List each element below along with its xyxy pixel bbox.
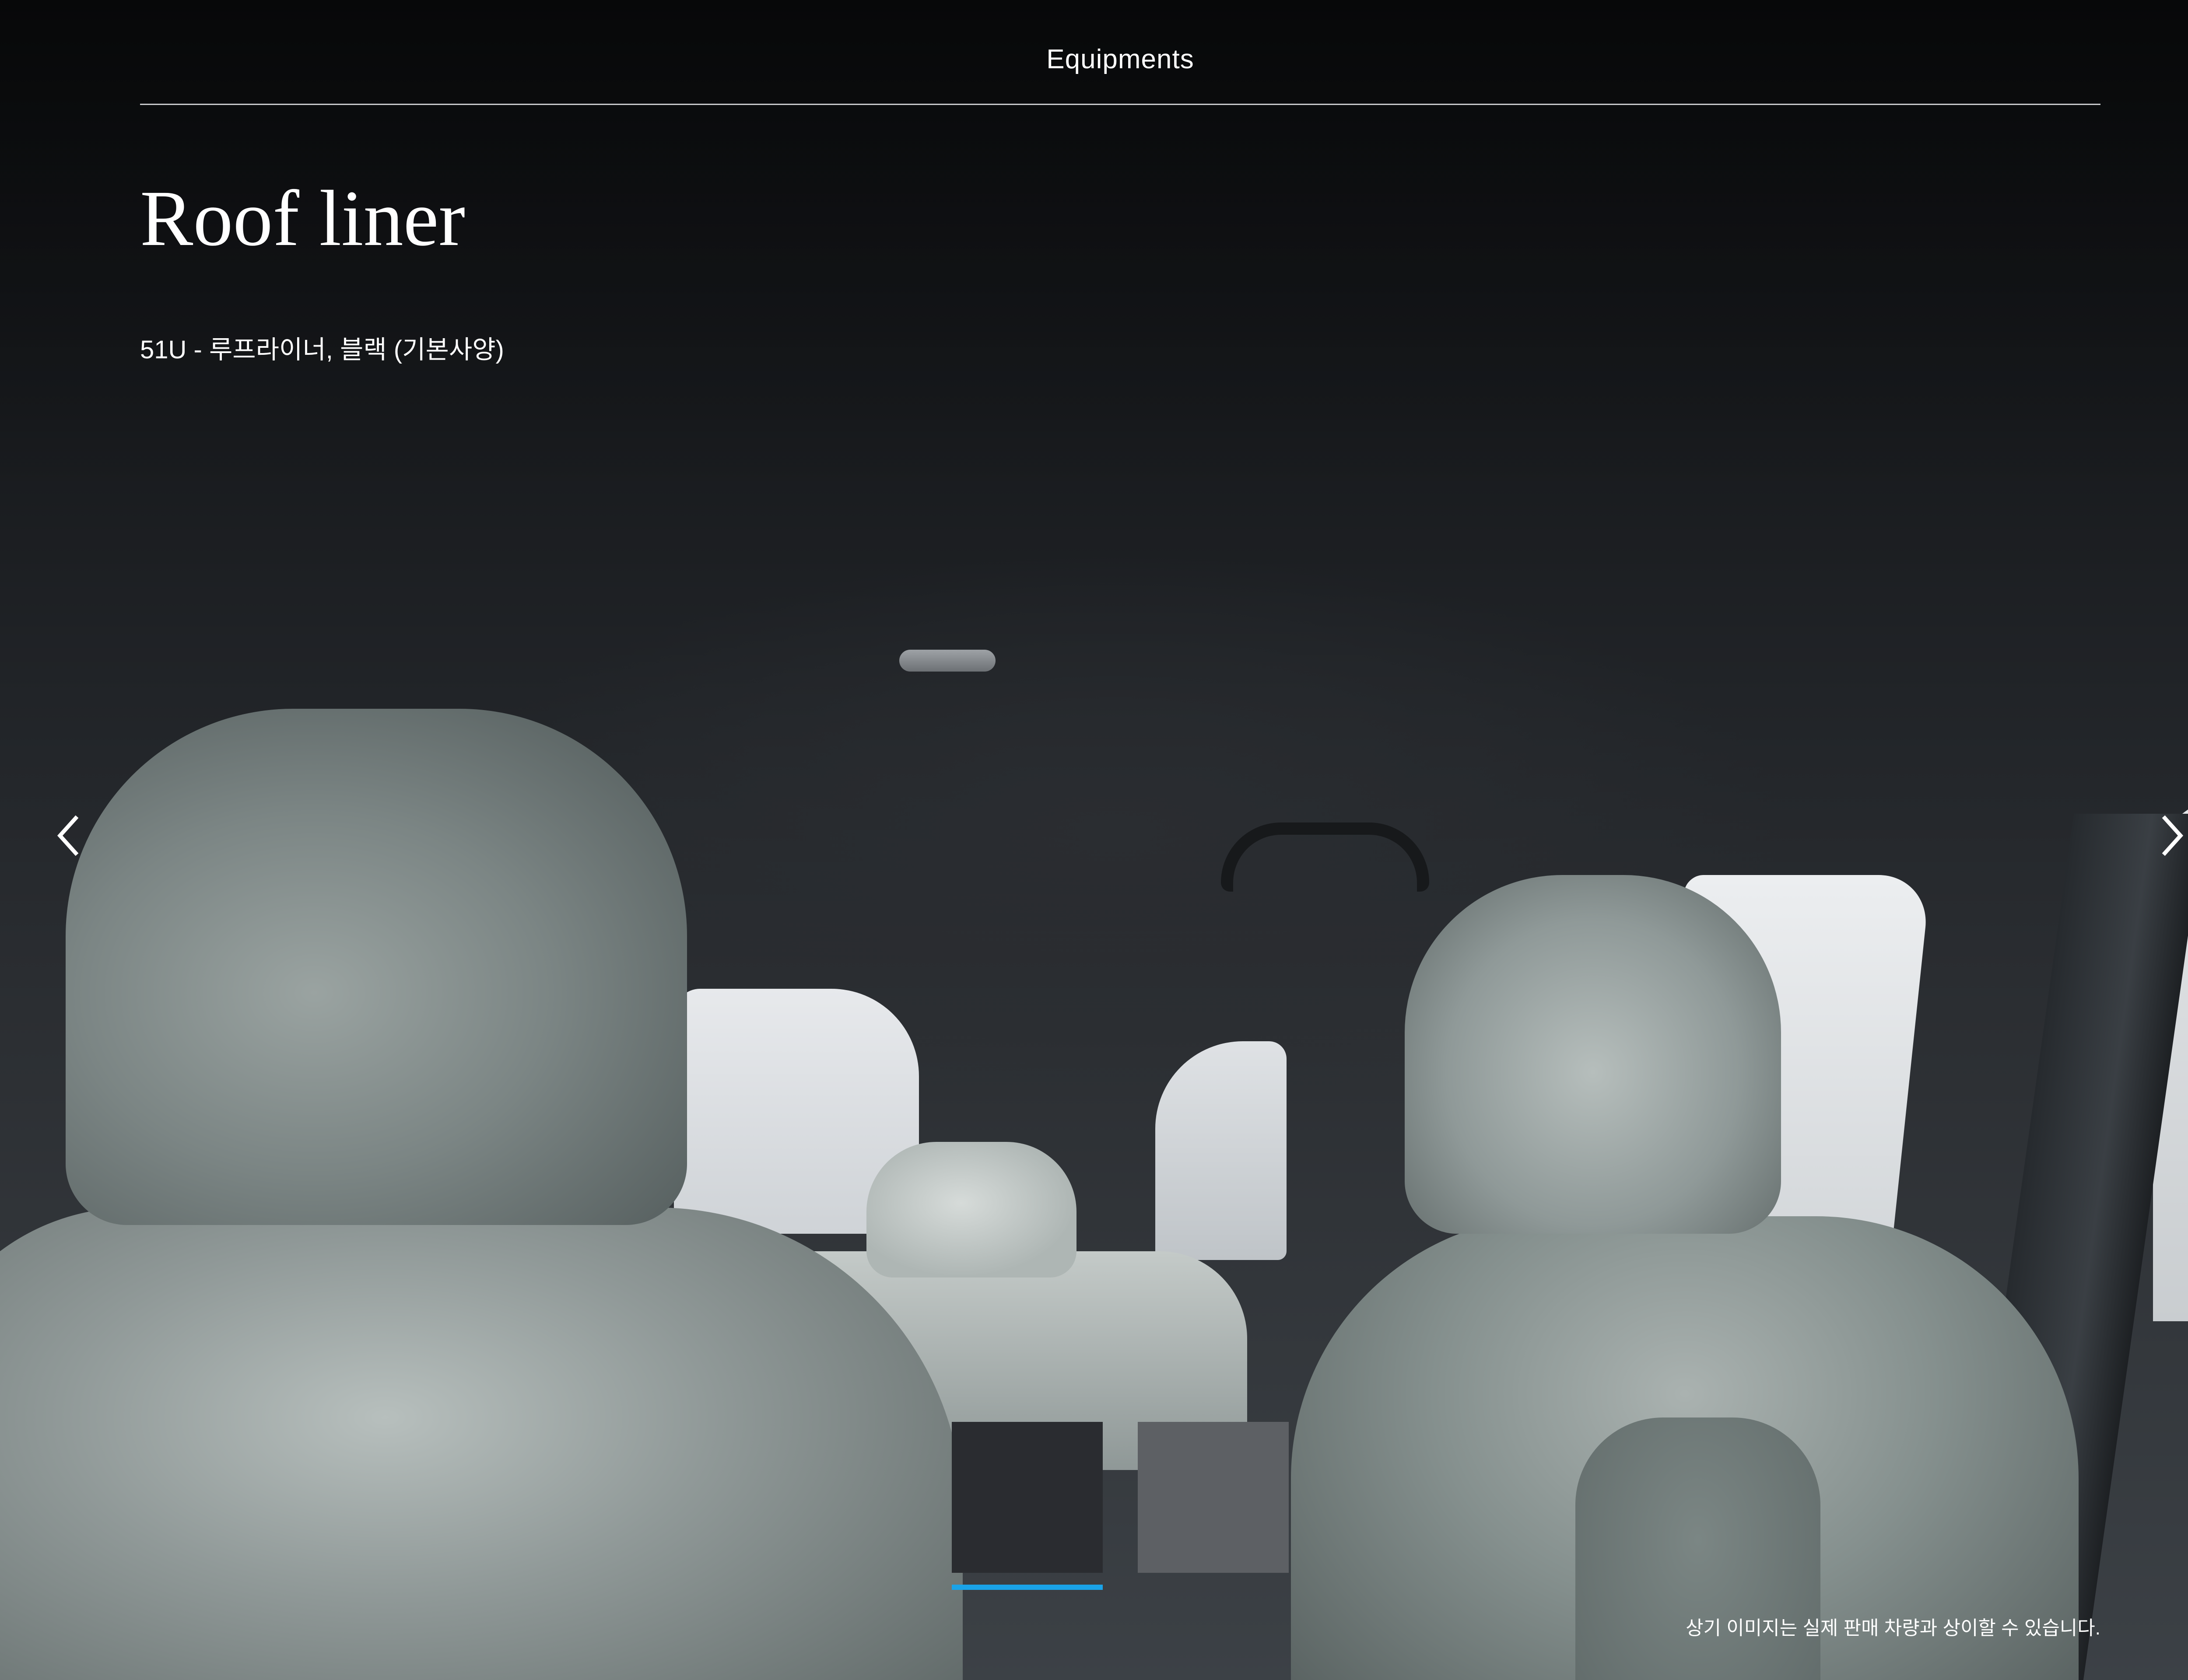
header-divider (140, 104, 2100, 105)
page-title: Roof liner (140, 175, 466, 262)
swatch-black[interactable] (952, 1422, 1103, 1590)
swatch-fill (952, 1422, 1103, 1573)
configurator-stage: Equipments Roof liner 51U - 루프라이너, 블랙 (기… (0, 0, 2188, 1680)
color-swatches (952, 1422, 1289, 1590)
swatch-fill (1138, 1422, 1289, 1573)
header: Equipments (140, 39, 2100, 105)
chevron-right-icon (2162, 815, 2184, 856)
header-title: Equipments (1046, 44, 1194, 74)
chevron-left-icon (57, 815, 79, 856)
selected-indicator (952, 1585, 1103, 1590)
swatch-grey[interactable] (1138, 1422, 1289, 1573)
selected-indicator (1138, 1585, 1289, 1590)
next-button[interactable] (2146, 809, 2188, 862)
previous-button[interactable] (42, 809, 94, 862)
option-description: 51U - 루프라이너, 블랙 (기본사양) (140, 336, 504, 364)
disclaimer: 상기 이미지는 실제 판매 차량과 상이할 수 있습니다. (1686, 1617, 2100, 1639)
